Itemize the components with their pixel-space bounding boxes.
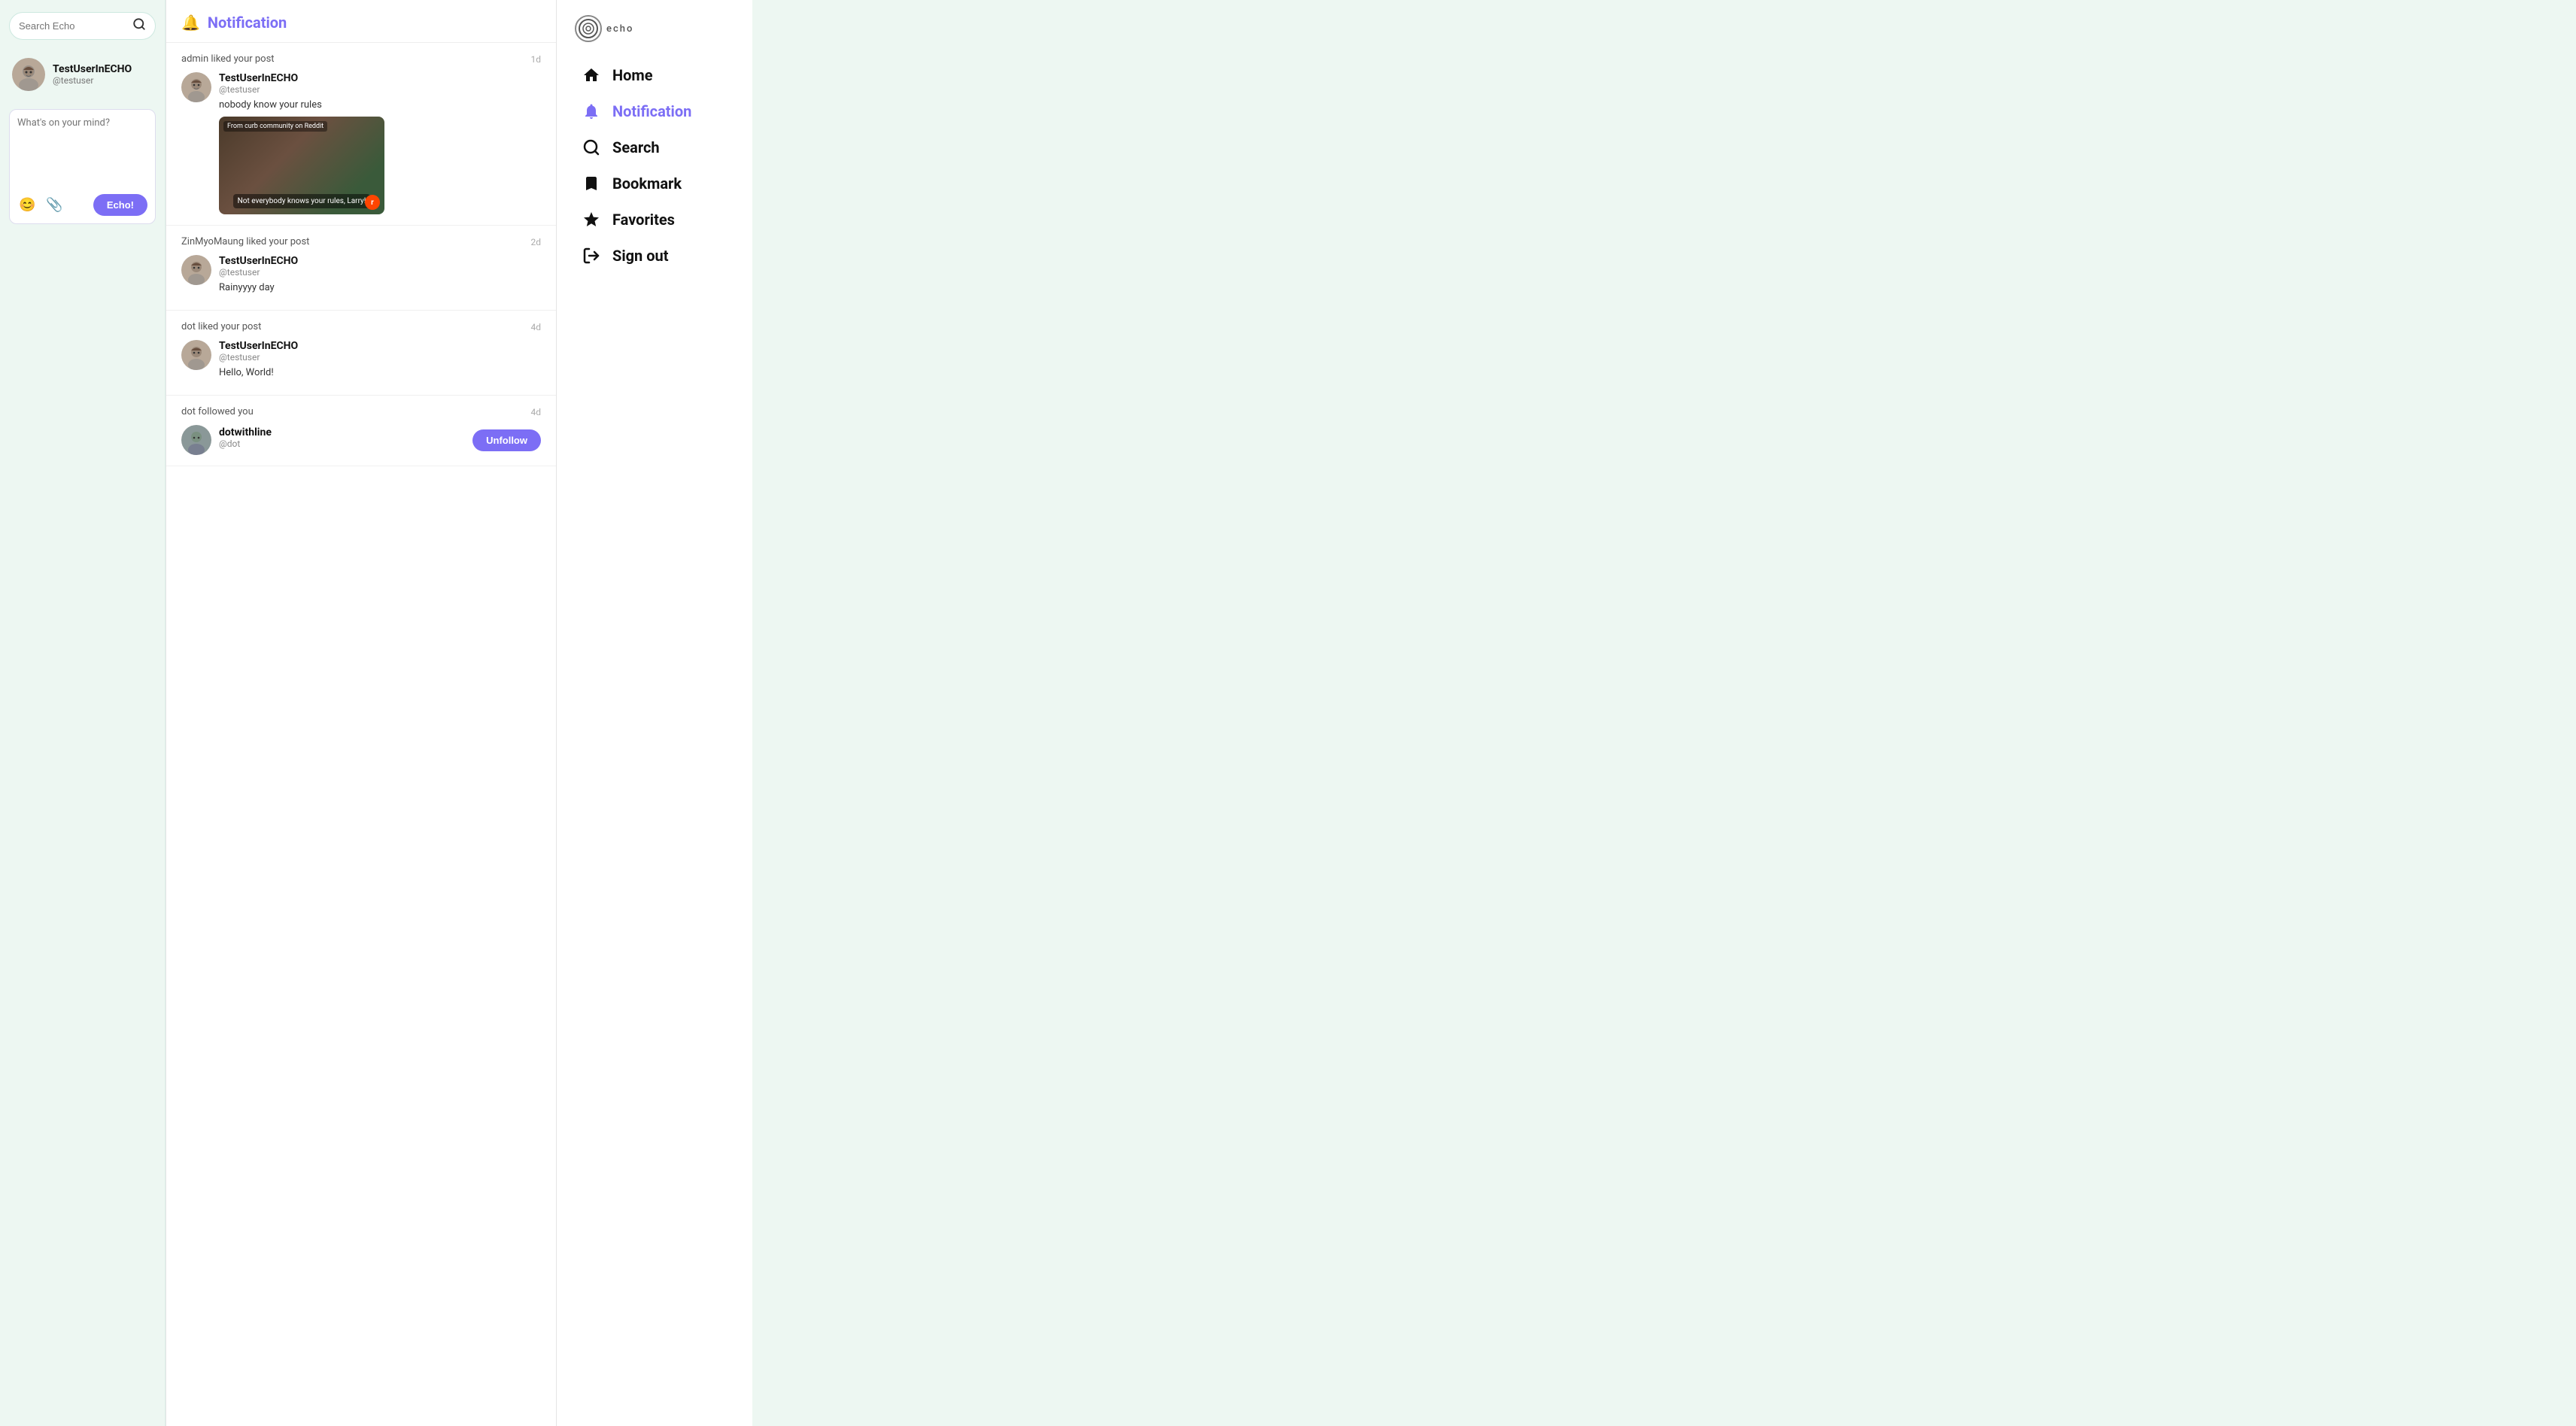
right-sidebar: echo Home Notification Search Bookmark F… <box>557 0 752 1426</box>
post-body-1: TestUserInECHO @testuser nobody know you… <box>219 72 541 214</box>
nav-label-home: Home <box>612 66 653 84</box>
notification-header: 🔔 Notification <box>166 0 556 43</box>
nav-label-search: Search <box>612 138 660 156</box>
bookmark-icon <box>581 174 602 193</box>
notification-time-3: 4d <box>530 322 541 332</box>
search-input[interactable] <box>19 20 126 32</box>
post-icons: 😊 📎 <box>17 196 65 214</box>
nav-item-signout[interactable]: Sign out <box>575 239 734 272</box>
post-text-3: Hello, World! <box>219 367 541 378</box>
notification-meta-3: dot liked your post 4d <box>181 321 541 332</box>
notification-meta-4: dot followed you 4d <box>181 406 541 417</box>
notification-meta-1: admin liked your post 1d <box>181 53 541 65</box>
post-box: 😊 📎 Echo! <box>9 109 156 224</box>
favorites-icon <box>581 211 602 229</box>
post-text-1: nobody know your rules <box>219 99 541 111</box>
mini-avatar-1 <box>181 72 211 102</box>
nav-item-search[interactable]: Search <box>575 131 734 164</box>
post-body-4: dotwithline @dot <box>219 426 272 454</box>
username: TestUserInECHO <box>53 63 132 75</box>
notification-action-4: dot followed you <box>181 406 254 417</box>
post-body-3: TestUserInECHO @testuser Hello, World! <box>219 340 541 384</box>
post-user-4: dotwithline <box>219 426 272 438</box>
post-image-caption-1: Not everybody knows your rules, Larry! <box>233 194 371 208</box>
echo-logo-text: echo <box>606 23 633 35</box>
notification-action-2: ZinMyoMaung liked your post <box>181 236 309 247</box>
user-profile: TestUserInECHO @testuser <box>9 52 156 97</box>
notification-action-1: admin liked your post <box>181 53 275 65</box>
post-image-1: From curb community on Reddit Not everyb… <box>219 117 384 214</box>
post-preview-1: TestUserInECHO @testuser nobody know you… <box>181 72 541 214</box>
post-preview-4: dotwithline @dot Unfollow <box>181 425 541 455</box>
user-info: TestUserInECHO @testuser <box>53 63 132 86</box>
post-text-2: Rainyyyy day <box>219 282 541 293</box>
notification-time-4: 4d <box>530 407 541 417</box>
post-body-2: TestUserInECHO @testuser Rainyyyy day <box>219 255 541 299</box>
notification-time-2: 2d <box>530 237 541 247</box>
notification-time-1: 1d <box>530 54 541 65</box>
main-content: 🔔 Notification admin liked your post 1d <box>166 0 557 1426</box>
post-textarea[interactable] <box>17 117 147 185</box>
echo-submit-button[interactable]: Echo! <box>93 194 147 216</box>
unfollow-button[interactable]: Unfollow <box>472 429 541 451</box>
attach-button[interactable]: 📎 <box>44 196 64 214</box>
nav-label-signout: Sign out <box>612 247 668 265</box>
post-handle-2: @testuser <box>219 267 541 278</box>
nav-item-home[interactable]: Home <box>575 59 734 92</box>
post-handle-1: @testuser <box>219 84 541 95</box>
notification-item-4: dot followed you 4d dotwithline @dot <box>166 396 556 466</box>
notification-meta-2: ZinMyoMaung liked your post 2d <box>181 236 541 247</box>
signout-icon <box>581 247 602 265</box>
post-actions: 😊 📎 Echo! <box>17 194 147 216</box>
post-user-1: TestUserInECHO <box>219 72 541 84</box>
post-preview-2: TestUserInECHO @testuser Rainyyyy day <box>181 255 541 299</box>
home-icon <box>581 66 602 84</box>
nav-label-favorites: Favorites <box>612 211 675 229</box>
nav-label-bookmark: Bookmark <box>612 174 682 193</box>
search-button[interactable] <box>132 17 146 35</box>
emoji-button[interactable]: 😊 <box>17 196 37 214</box>
nav-item-favorites[interactable]: Favorites <box>575 203 734 236</box>
notification-action-3: dot liked your post <box>181 321 261 332</box>
bell-icon: 🔔 <box>181 14 200 32</box>
post-preview-3: TestUserInECHO @testuser Hello, World! <box>181 340 541 384</box>
search-nav-icon <box>581 138 602 156</box>
reddit-source-label: From curb community on Reddit <box>223 121 327 132</box>
notification-icon <box>581 102 602 120</box>
post-handle-3: @testuser <box>219 352 541 363</box>
mini-avatar-4 <box>181 425 211 455</box>
echo-logo-icon <box>575 15 602 42</box>
reddit-badge: r <box>365 195 380 210</box>
notification-item-2: ZinMyoMaung liked your post 2d TestUserI… <box>166 226 556 311</box>
left-sidebar: TestUserInECHO @testuser 😊 📎 Echo! <box>0 0 166 1426</box>
nav-item-bookmark[interactable]: Bookmark <box>575 167 734 200</box>
notification-item-1: admin liked your post 1d TestUserInECHO … <box>166 43 556 226</box>
mini-avatar-3 <box>181 340 211 370</box>
echo-logo: echo <box>575 15 734 42</box>
user-handle: @testuser <box>53 75 132 86</box>
notification-item-3: dot liked your post 4d TestUserInECHO @t… <box>166 311 556 396</box>
post-user-2: TestUserInECHO <box>219 255 541 267</box>
mini-avatar-2 <box>181 255 211 285</box>
nav-item-notification[interactable]: Notification <box>575 95 734 128</box>
nav-label-notification: Notification <box>612 102 691 120</box>
post-user-3: TestUserInECHO <box>219 340 541 352</box>
post-handle-4: @dot <box>219 438 272 449</box>
search-bar <box>9 12 156 40</box>
avatar <box>12 58 45 91</box>
notification-title: Notification <box>208 14 287 32</box>
